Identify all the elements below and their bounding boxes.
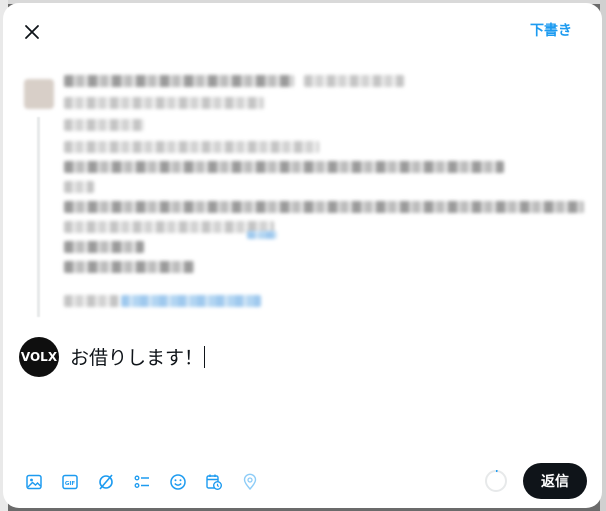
reply-input[interactable]: お借りします！: [70, 344, 570, 372]
grok-button[interactable]: [89, 465, 123, 499]
blurred-line: [64, 161, 504, 173]
emoji-button[interactable]: [161, 465, 195, 499]
blurred-line: [64, 75, 294, 87]
blurred-line: [64, 97, 264, 109]
blurred-line: [64, 141, 319, 153]
blurred-line: [64, 261, 194, 273]
gif-icon: GIF: [62, 474, 78, 490]
close-button[interactable]: [17, 17, 47, 47]
location-button[interactable]: [233, 465, 267, 499]
location-icon: [243, 473, 257, 491]
blurred-line: [64, 181, 94, 193]
composer-toolbar: GIF: [17, 465, 267, 495]
schedule-button[interactable]: [197, 465, 231, 499]
reply-button[interactable]: 返信: [523, 463, 587, 499]
text-caret: [204, 346, 206, 368]
media-button[interactable]: [17, 465, 51, 499]
quoted-avatar: [24, 79, 54, 109]
close-icon: [25, 25, 39, 39]
svg-text:GIF: GIF: [65, 481, 76, 487]
blurred-line: [64, 119, 144, 131]
blurred-line: [64, 241, 144, 253]
schedule-icon: [206, 474, 222, 490]
poll-button[interactable]: [125, 465, 159, 499]
gif-button[interactable]: GIF: [53, 465, 87, 499]
image-icon: [26, 474, 42, 490]
blurred-line: [247, 231, 277, 239]
character-count-ring: [485, 470, 507, 492]
blurred-link: [121, 295, 261, 307]
blurred-line: [304, 75, 404, 87]
reply-text: お借りします！: [70, 347, 204, 369]
quoted-post-blurred: [21, 65, 591, 320]
reply-dialog: 下書き VOLX お借りします！ GIF 返信: [3, 3, 602, 508]
avatar[interactable]: VOLX: [19, 337, 59, 377]
emoji-icon: [170, 474, 186, 490]
drafts-button[interactable]: 下書き: [530, 19, 572, 43]
poll-icon: [134, 475, 149, 488]
thread-line: [37, 117, 40, 317]
blurred-line: [64, 221, 274, 233]
blurred-line: [64, 201, 584, 213]
grok-icon: [99, 474, 113, 490]
avatar-label: VOLX: [20, 350, 58, 364]
blurred-line: [64, 295, 119, 307]
